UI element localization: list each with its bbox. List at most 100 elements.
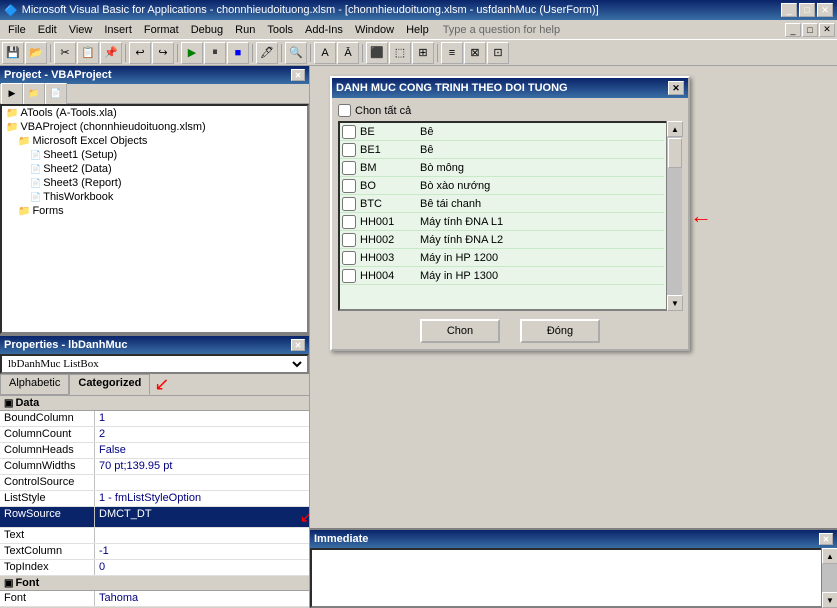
tb-undo[interactable]: ↩ bbox=[129, 42, 151, 64]
close-btn-2[interactable]: ✕ bbox=[819, 23, 835, 37]
menu-debug[interactable]: Debug bbox=[185, 22, 229, 38]
prop-val-liststyle[interactable]: 1 - fmListStyleOption bbox=[95, 491, 309, 506]
tb-misc2[interactable]: ⊠ bbox=[464, 42, 486, 64]
imm-scroll-down[interactable]: ▼ bbox=[822, 592, 837, 608]
chon-button[interactable]: Chon bbox=[420, 319, 500, 343]
tree-item-forms[interactable]: 📁 Forms bbox=[2, 204, 307, 218]
checkbox-hh004[interactable] bbox=[342, 269, 356, 283]
prop-val-rowsource[interactable]: DMCT_DT bbox=[95, 507, 296, 527]
checkbox-hh003[interactable] bbox=[342, 251, 356, 265]
tb-run[interactable]: ▶ bbox=[181, 42, 203, 64]
proj-tb-folder[interactable]: 📁 bbox=[23, 83, 45, 105]
properties-close-btn[interactable]: ✕ bbox=[291, 339, 305, 351]
immediate-close-icon[interactable]: ✕ bbox=[819, 533, 833, 545]
checkbox-btc[interactable] bbox=[342, 197, 356, 211]
tree-item-atools[interactable]: 📁 ATools (A-Tools.xla) bbox=[2, 106, 307, 120]
prop-val-columnheads[interactable]: False bbox=[95, 443, 309, 458]
tb-copy[interactable]: 📋 bbox=[77, 42, 99, 64]
tree-item-sheet1[interactable]: 📄 Sheet1 (Setup) bbox=[2, 148, 307, 162]
tb-obj1[interactable]: ⬛ bbox=[366, 42, 388, 64]
scroll-track[interactable] bbox=[667, 137, 682, 295]
checkbox-be1[interactable] bbox=[342, 143, 356, 157]
prop-val-controlsource[interactable] bbox=[95, 475, 309, 490]
immediate-content[interactable] bbox=[310, 548, 837, 608]
prop-val-text[interactable] bbox=[95, 528, 309, 543]
prop-val-columnwidths[interactable]: 70 pt;139.95 pt bbox=[95, 459, 309, 474]
dong-button[interactable]: Đóng bbox=[520, 319, 600, 343]
list-item-hh003[interactable]: HH003 Máy in HP 1200 bbox=[340, 249, 664, 267]
tree-item-sheet2[interactable]: 📄 Sheet2 (Data) bbox=[2, 162, 307, 176]
dialog-listbox[interactable]: BE Bê BE1 Bê BM Bò mông bbox=[338, 121, 682, 311]
properties-object-select[interactable]: lbDanhMuc ListBox bbox=[4, 357, 305, 371]
minimize-button[interactable]: _ bbox=[781, 3, 797, 17]
tb-cut[interactable]: ✂ bbox=[54, 42, 76, 64]
section-font-collapse[interactable]: ▣ bbox=[4, 578, 13, 589]
prop-val-font[interactable]: Tahoma bbox=[95, 591, 309, 606]
tb-redo[interactable]: ↪ bbox=[152, 42, 174, 64]
tb-save[interactable]: 💾 bbox=[2, 42, 24, 64]
checkbox-bm[interactable] bbox=[342, 161, 356, 175]
tree-item-vbaproject[interactable]: 📁 VBAProject (chonnhieudoituong.xlsm) bbox=[2, 120, 307, 134]
list-item-be[interactable]: BE Bê bbox=[340, 123, 664, 141]
menu-edit[interactable]: Edit bbox=[32, 22, 63, 38]
menu-run[interactable]: Run bbox=[229, 22, 261, 38]
tb-form[interactable]: 🖊 bbox=[256, 42, 278, 64]
scroll-down-btn[interactable]: ▼ bbox=[667, 295, 683, 311]
scroll-up-btn[interactable]: ▲ bbox=[667, 121, 683, 137]
dialog-close-button[interactable]: ✕ bbox=[668, 81, 684, 95]
menu-file[interactable]: File bbox=[2, 22, 32, 38]
checkbox-be[interactable] bbox=[342, 125, 356, 139]
tb-a1[interactable]: A bbox=[314, 42, 336, 64]
tb-paste[interactable]: 📌 bbox=[100, 42, 122, 64]
list-item-hh001[interactable]: HH001 Máy tính ĐNA L1 bbox=[340, 213, 664, 231]
check-all-checkbox[interactable] bbox=[338, 104, 351, 117]
list-item-hh002[interactable]: HH002 Máy tính ĐNA L2 bbox=[340, 231, 664, 249]
list-item-be1[interactable]: BE1 Bê bbox=[340, 141, 664, 159]
checkbox-bo[interactable] bbox=[342, 179, 356, 193]
proj-tb-view[interactable]: ▶ bbox=[1, 83, 23, 105]
tb-misc1[interactable]: ≡ bbox=[441, 42, 463, 64]
menu-tools[interactable]: Tools bbox=[261, 22, 299, 38]
list-item-bm[interactable]: BM Bò mông bbox=[340, 159, 664, 177]
close-window-button[interactable]: ✕ bbox=[817, 3, 833, 17]
menu-addins[interactable]: Add-Ins bbox=[299, 22, 349, 38]
prop-val-boundcolumn[interactable]: 1 bbox=[95, 411, 309, 426]
menu-help[interactable]: Help bbox=[400, 22, 435, 38]
prop-val-topindex[interactable]: 0 bbox=[95, 560, 309, 575]
tb-open[interactable]: 📂 bbox=[25, 42, 47, 64]
prop-val-columncount[interactable]: 2 bbox=[95, 427, 309, 442]
maximize-button[interactable]: □ bbox=[799, 3, 815, 17]
minimize-btn-2[interactable]: _ bbox=[785, 23, 801, 37]
immediate-scrollbar[interactable]: ▲ ▼ bbox=[821, 548, 837, 608]
tb-find[interactable]: 🔍 bbox=[285, 42, 307, 64]
list-item-hh004[interactable]: HH004 Máy in HP 1300 bbox=[340, 267, 664, 285]
tb-pause[interactable]: ⏸ bbox=[204, 42, 226, 64]
proj-tb-doc[interactable]: 📄 bbox=[45, 83, 67, 105]
project-panel-close[interactable]: ✕ bbox=[291, 69, 305, 81]
help-search-box[interactable]: Type a question for help bbox=[435, 24, 785, 36]
prop-val-textcolumn[interactable]: -1 bbox=[95, 544, 309, 559]
menu-format[interactable]: Format bbox=[138, 22, 185, 38]
immediate-close-btn[interactable]: ✕ bbox=[819, 533, 833, 545]
tab-categorized[interactable]: Categorized bbox=[69, 374, 150, 395]
tree-item-thisworkbook[interactable]: 📄 ThisWorkbook bbox=[2, 190, 307, 204]
tree-item-excel-objects[interactable]: 📁 Microsoft Excel Objects bbox=[2, 134, 307, 148]
tab-alphabetic[interactable]: Alphabetic bbox=[0, 374, 69, 395]
tb-obj2[interactable]: ⬚ bbox=[389, 42, 411, 64]
list-item-bo[interactable]: BO Bò xào nướng bbox=[340, 177, 664, 195]
tree-item-sheet3[interactable]: 📄 Sheet3 (Report) bbox=[2, 176, 307, 190]
imm-scroll-up[interactable]: ▲ bbox=[822, 548, 837, 564]
menu-view[interactable]: View bbox=[63, 22, 99, 38]
list-item-btc[interactable]: BTC Bê tái chanh bbox=[340, 195, 664, 213]
imm-scroll-track[interactable] bbox=[822, 564, 837, 592]
tb-misc3[interactable]: ⊡ bbox=[487, 42, 509, 64]
tb-obj3[interactable]: ⊞ bbox=[412, 42, 434, 64]
scroll-thumb[interactable] bbox=[668, 138, 682, 168]
checkbox-hh001[interactable] bbox=[342, 215, 356, 229]
restore-btn-2[interactable]: □ bbox=[802, 23, 818, 37]
tb-a2[interactable]: Ā bbox=[337, 42, 359, 64]
listbox-scrollbar[interactable]: ▲ ▼ bbox=[666, 121, 682, 311]
properties-object[interactable]: lbDanhMuc ListBox bbox=[0, 354, 309, 374]
menu-window[interactable]: Window bbox=[349, 22, 400, 38]
checkbox-hh002[interactable] bbox=[342, 233, 356, 247]
